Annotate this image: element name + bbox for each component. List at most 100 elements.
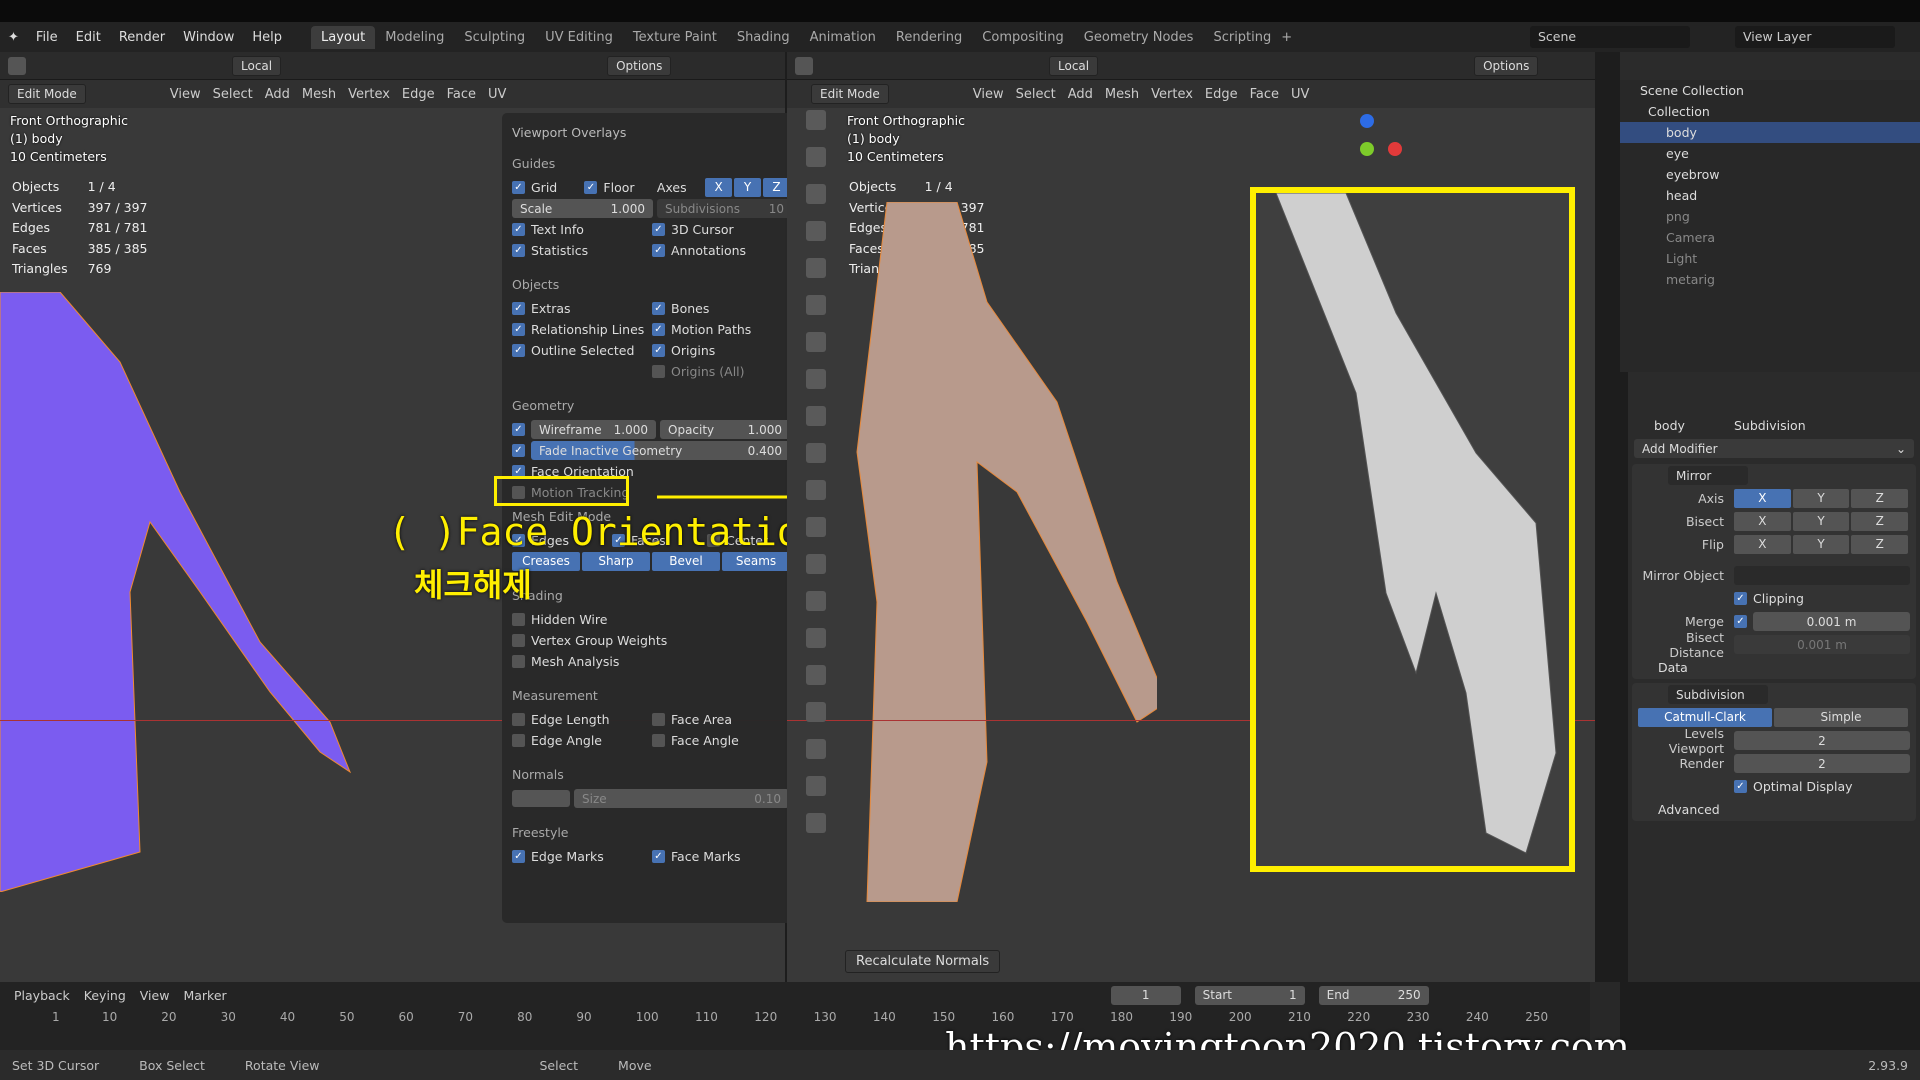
subdivision-type-toggle[interactable]: Catmull-Clark Simple bbox=[1638, 708, 1910, 727]
playback-menu[interactable]: Playback bbox=[14, 988, 70, 1003]
outliner-item-png[interactable]: png bbox=[1620, 206, 1920, 227]
bisect-distance-field[interactable]: 0.001 m bbox=[1734, 635, 1910, 654]
mirror-flip-toggle[interactable]: XYZ bbox=[1734, 535, 1910, 554]
subdivisions-field[interactable]: Subdivisions 10 bbox=[656, 199, 792, 218]
advanced-subpanel[interactable]: Advanced bbox=[1632, 798, 1916, 821]
mode-selector[interactable]: Edit Mode bbox=[8, 84, 86, 104]
blender-logo-icon[interactable]: ✦ bbox=[0, 30, 27, 45]
scene-collection-row[interactable]: Scene Collection bbox=[1620, 80, 1920, 101]
tab-scripting[interactable]: Scripting bbox=[1203, 26, 1281, 49]
hidden-wire-checkbox[interactable]: Hidden Wire bbox=[512, 612, 657, 627]
opacity-slider[interactable]: Opacity 1.000 bbox=[660, 420, 790, 439]
optimal-display-checkbox[interactable]: Optimal Display bbox=[1753, 779, 1853, 794]
extras-checkbox[interactable]: ✓ Extras bbox=[512, 301, 652, 316]
face-marks-checkbox[interactable]: ✓ Face Marks bbox=[652, 849, 792, 864]
menu-file[interactable]: File bbox=[27, 30, 67, 45]
add-workspace-icon[interactable]: + bbox=[1281, 30, 1292, 45]
y-axis-icon[interactable] bbox=[1360, 142, 1374, 156]
edge-marks-checkbox[interactable]: ✓ Edge Marks bbox=[512, 849, 652, 864]
scene-selector[interactable]: Scene bbox=[1530, 26, 1690, 48]
edge-display-toggles[interactable]: Creases Sharp Bevel Seams bbox=[512, 552, 792, 571]
face-angle-checkbox[interactable]: Face Angle bbox=[652, 733, 792, 748]
clipping-checkbox[interactable]: Clipping bbox=[1753, 591, 1804, 606]
menu-select[interactable]: Select bbox=[1016, 87, 1056, 102]
mode-selector[interactable]: Edit Mode bbox=[811, 84, 889, 104]
tab-modeling[interactable]: Modeling bbox=[375, 26, 454, 49]
outliner-item-head[interactable]: head bbox=[1620, 185, 1920, 206]
menu-edge[interactable]: Edge bbox=[402, 87, 435, 102]
menu-select[interactable]: Select bbox=[213, 87, 253, 102]
tab-uv-editing[interactable]: UV Editing bbox=[535, 26, 623, 49]
origins-checkbox[interactable]: ✓ Origins bbox=[652, 343, 792, 358]
spin-tool-icon[interactable] bbox=[806, 628, 826, 648]
tab-sculpting[interactable]: Sculpting bbox=[454, 26, 535, 49]
z-axis-icon[interactable] bbox=[1360, 114, 1374, 128]
tab-layout[interactable]: Layout bbox=[311, 25, 376, 49]
add-modifier-button[interactable]: Add Modifier ⌄ bbox=[1634, 439, 1914, 458]
scale-field[interactable]: Scale 1.000 bbox=[512, 199, 653, 218]
motion-paths-checkbox[interactable]: ✓ Motion Paths bbox=[652, 322, 792, 337]
knife-tool-icon[interactable] bbox=[806, 554, 826, 574]
statistics-checkbox[interactable]: ✓ Statistics bbox=[512, 243, 652, 258]
vertex-group-weights-checkbox[interactable]: Vertex Group Weights bbox=[512, 633, 712, 648]
bevel-tool-icon[interactable] bbox=[806, 480, 826, 500]
options-button[interactable]: Options bbox=[1474, 55, 1539, 76]
shrink-tool-icon[interactable] bbox=[806, 739, 826, 759]
move-tool-icon[interactable] bbox=[806, 184, 826, 204]
polybuild-tool-icon[interactable] bbox=[806, 591, 826, 611]
mirror-name-field[interactable]: Mirror bbox=[1668, 466, 1748, 485]
menu-uv[interactable]: UV bbox=[488, 87, 506, 102]
outliner-item-eye[interactable]: eye bbox=[1620, 143, 1920, 164]
current-frame-field[interactable]: 1 bbox=[1110, 985, 1181, 1005]
outliner-item-body[interactable]: body bbox=[1620, 122, 1920, 143]
extrude-tool-icon[interactable] bbox=[806, 406, 826, 426]
menu-render[interactable]: Render bbox=[110, 30, 174, 45]
axes-toggle[interactable]: XYZ bbox=[705, 178, 792, 197]
menu-mesh[interactable]: Mesh bbox=[1105, 87, 1139, 102]
tab-texture-paint[interactable]: Texture Paint bbox=[623, 26, 727, 49]
transform-orientation[interactable]: Local bbox=[1049, 55, 1099, 76]
normals-display-icons[interactable] bbox=[512, 790, 570, 807]
relationship-lines-checkbox[interactable]: ✓ Relationship Lines bbox=[512, 322, 652, 337]
shear-tool-icon[interactable] bbox=[806, 776, 826, 796]
collection-row[interactable]: Collection bbox=[1620, 101, 1920, 122]
outliner-item-eyebrow[interactable]: eyebrow bbox=[1620, 164, 1920, 185]
editor-type-icon[interactable] bbox=[795, 56, 813, 75]
wireframe-slider[interactable]: Wireframe 1.000 bbox=[531, 420, 656, 439]
edge-angle-checkbox[interactable]: Edge Angle bbox=[512, 733, 652, 748]
marker-menu[interactable]: Marker bbox=[183, 988, 226, 1003]
subdivision-name-field[interactable]: Subdivision bbox=[1668, 685, 1768, 704]
menu-view[interactable]: View bbox=[170, 87, 201, 102]
mirror-bisect-toggle[interactable]: XYZ bbox=[1734, 512, 1910, 531]
outliner-item-light[interactable]: Light bbox=[1620, 248, 1920, 269]
menu-face[interactable]: Face bbox=[1250, 87, 1279, 102]
rip-tool-icon[interactable] bbox=[806, 813, 826, 833]
text-info-checkbox[interactable]: ✓ Text Info bbox=[512, 222, 652, 237]
keying-menu[interactable]: Keying bbox=[84, 988, 126, 1003]
editor-type-icon[interactable] bbox=[8, 56, 26, 75]
menu-add[interactable]: Add bbox=[1068, 87, 1093, 102]
timeline-view-menu[interactable]: View bbox=[140, 988, 170, 1003]
menu-help[interactable]: Help bbox=[243, 30, 291, 45]
recalculate-normals-panel[interactable]: Recalculate Normals bbox=[845, 950, 1001, 973]
merge-field[interactable]: 0.001 m bbox=[1753, 612, 1910, 631]
face-area-checkbox[interactable]: Face Area bbox=[652, 712, 792, 727]
3d-cursor-checkbox[interactable]: ✓ 3D Cursor bbox=[652, 222, 792, 237]
menu-vertex[interactable]: Vertex bbox=[348, 87, 390, 102]
normals-size-field[interactable]: Size 0.10 bbox=[574, 789, 789, 808]
mirror-axis-toggle[interactable]: XYZ bbox=[1734, 489, 1910, 508]
transform-tool-icon[interactable] bbox=[806, 295, 826, 315]
menu-view[interactable]: View bbox=[973, 87, 1004, 102]
menu-uv[interactable]: UV bbox=[1291, 87, 1309, 102]
select-tool-icon[interactable] bbox=[806, 110, 826, 130]
cursor-tool-icon[interactable] bbox=[806, 147, 826, 167]
tab-rendering[interactable]: Rendering bbox=[886, 26, 972, 49]
wireframe-checkbox[interactable]: ✓ bbox=[512, 423, 525, 436]
data-subpanel[interactable]: Data bbox=[1632, 656, 1916, 679]
bones-checkbox[interactable]: ✓ Bones bbox=[652, 301, 792, 316]
start-frame-field[interactable]: Start 1 bbox=[1194, 985, 1305, 1005]
rotate-tool-icon[interactable] bbox=[806, 221, 826, 241]
annotations-checkbox[interactable]: ✓ Annotations bbox=[652, 243, 792, 258]
outliner-item-metarig[interactable]: metarig bbox=[1620, 269, 1920, 290]
x-axis-icon[interactable] bbox=[1388, 142, 1402, 156]
